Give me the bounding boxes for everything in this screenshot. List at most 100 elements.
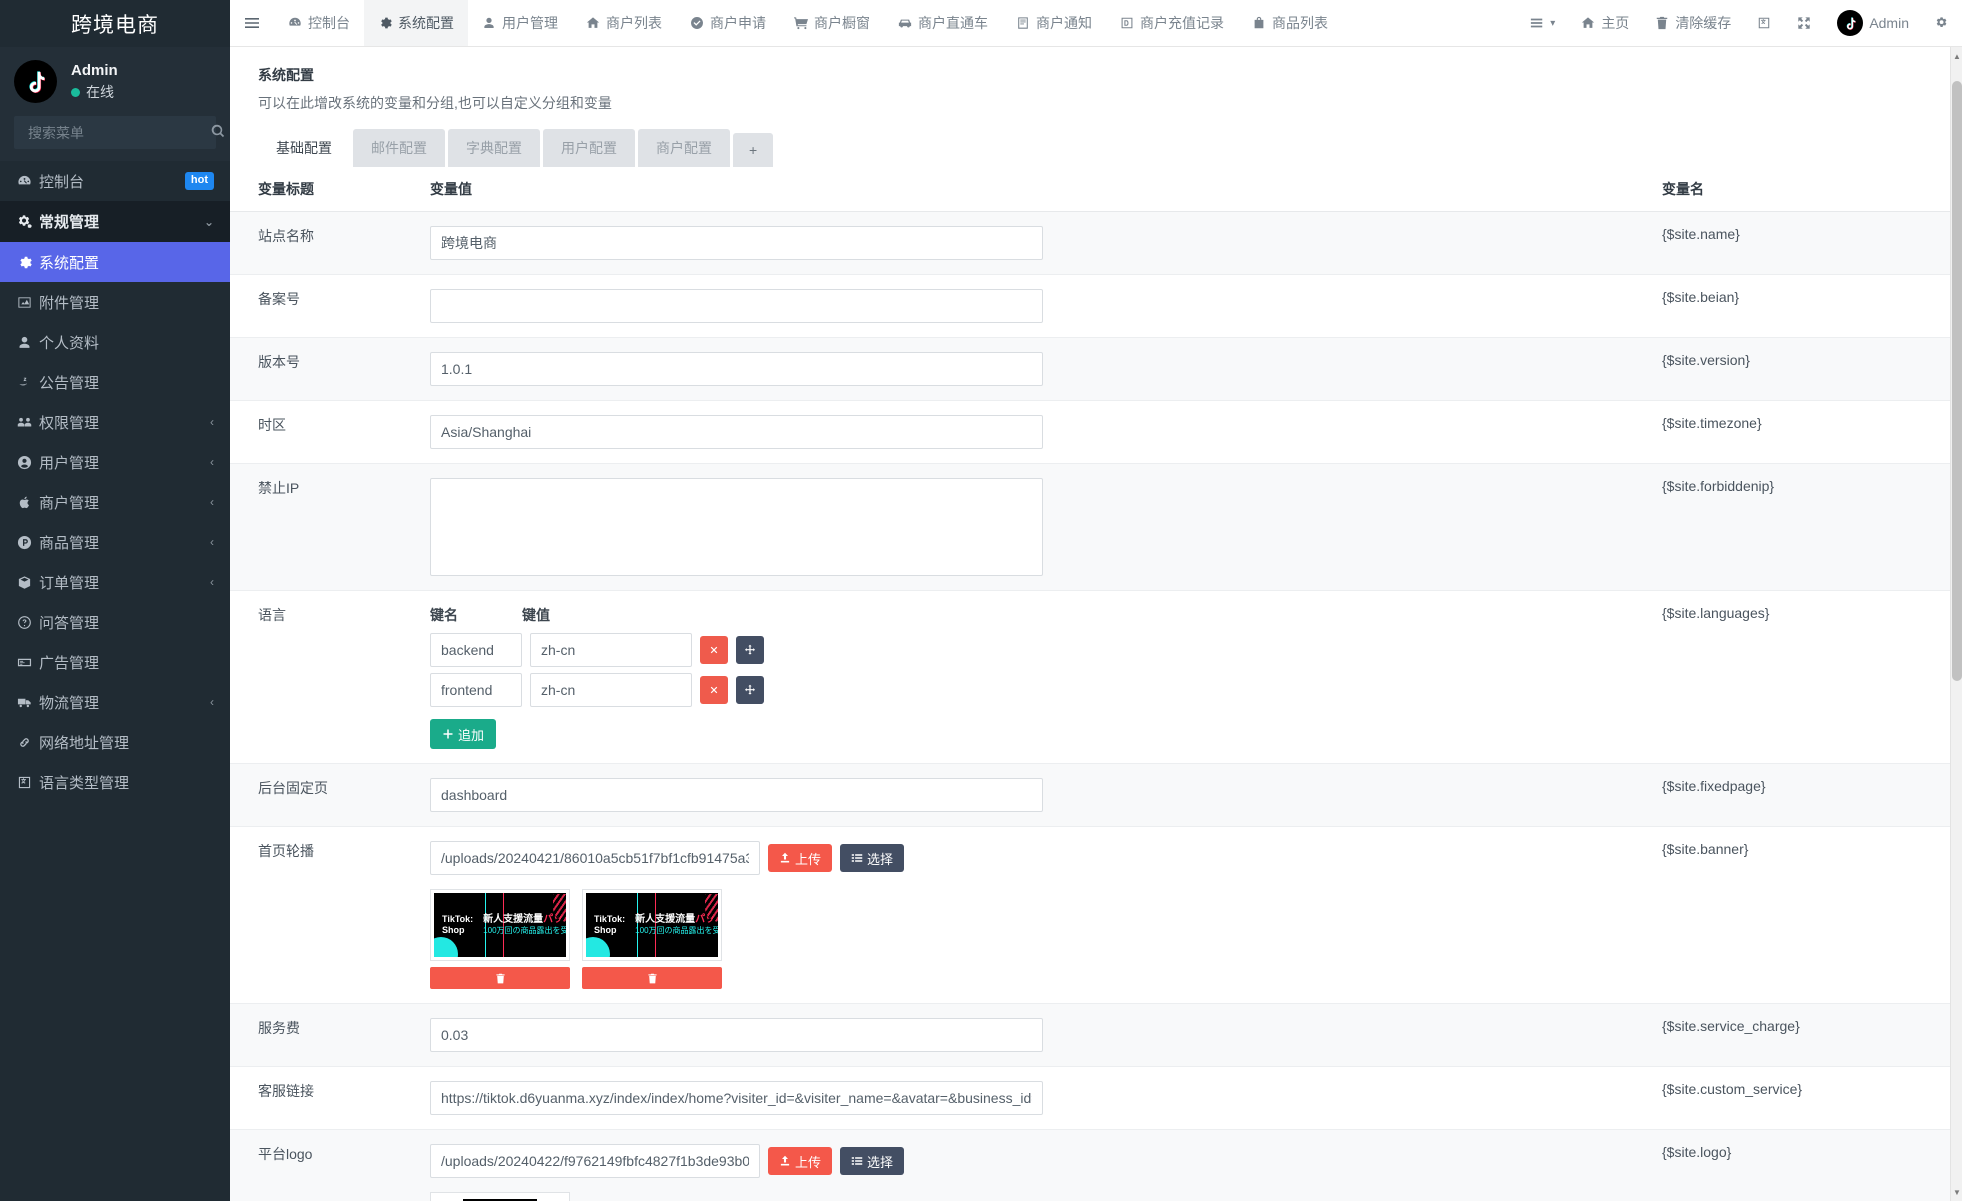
upload-button[interactable]: 上传 — [768, 1147, 833, 1175]
kv-row — [430, 633, 1662, 667]
banner-brand-line2: Shop — [442, 925, 465, 935]
tab-merchant-application[interactable]: 商户申请 — [676, 0, 780, 46]
home-button[interactable]: 主页 — [1568, 0, 1642, 46]
row-variable-name: {$site.banner} — [1662, 826, 1962, 1004]
sidebar-item-qa-management[interactable]: 问答管理 — [0, 602, 230, 642]
service-charge-input[interactable] — [430, 1018, 1043, 1052]
language-value-input[interactable] — [530, 673, 692, 707]
sidebar-item-profile[interactable]: 个人资料 — [0, 322, 230, 362]
sidebar-item-system-config[interactable]: 系统配置 — [0, 242, 230, 282]
sidebar-item-announcement[interactable]: 公告管理 — [0, 362, 230, 402]
tab-dictionary-config[interactable]: 字典配置 — [448, 129, 540, 167]
select-button[interactable]: 选择 — [840, 844, 905, 872]
sidebar-item-logistics-management[interactable]: 物流管理 ‹ — [0, 682, 230, 722]
sidebar-item-merchant-management[interactable]: 商户管理 ‹ — [0, 482, 230, 522]
site-name-input[interactable] — [430, 226, 1043, 260]
clear-cache-button[interactable]: 清除缓存 — [1642, 0, 1744, 46]
sidebar-item-language-type-management[interactable]: 语言类型管理 — [0, 762, 230, 802]
tab-add-button[interactable]: + — [733, 133, 774, 167]
add-language-button[interactable]: 追加 — [430, 719, 497, 749]
user-icon — [482, 16, 496, 30]
tab-system-config[interactable]: 系统配置 — [364, 0, 468, 46]
tab-merchant-recharge-record[interactable]: 商户充值记录 — [1106, 0, 1238, 46]
fullscreen-button[interactable] — [1784, 0, 1824, 46]
sidebar-item-product-management[interactable]: 商品管理 ‹ — [0, 522, 230, 562]
delete-row-button[interactable] — [700, 676, 728, 704]
select-button[interactable]: 选择 — [840, 1147, 905, 1175]
banner-thumbnail[interactable]: TikTok: Shop 新人支援流量パッケ 100万回の商品露出を受け取 — [582, 889, 722, 961]
banner-brand-line2: Shop — [594, 925, 617, 935]
fixed-page-input[interactable] — [430, 778, 1043, 812]
drag-handle-button[interactable] — [736, 676, 764, 704]
custom-service-input[interactable] — [430, 1081, 1043, 1115]
chevron-left-icon: ‹ — [210, 495, 214, 509]
tab-product-list[interactable]: 商品列表 — [1238, 0, 1342, 46]
settings-button[interactable] — [1922, 0, 1962, 46]
table-row: 语言 键名 键值 backend zh-cn frontend zh-cn 追加… — [230, 590, 1962, 764]
sidebar-item-permission[interactable]: 权限管理 ‹ — [0, 402, 230, 442]
row-variable-name: {$site.version} — [1662, 337, 1962, 401]
tab-mail-config[interactable]: 邮件配置 — [353, 129, 445, 167]
move-icon — [745, 644, 755, 655]
list-dropdown-button[interactable]: ▾ — [1517, 0, 1568, 46]
translate-button[interactable] — [1744, 0, 1784, 46]
drag-handle-button[interactable] — [736, 636, 764, 664]
vertical-scrollbar[interactable]: ▲ ▼ — [1950, 47, 1962, 1201]
banner-path-input[interactable] — [430, 841, 760, 875]
search-icon[interactable] — [211, 124, 225, 142]
tab-merchant-showcase[interactable]: 商户橱窗 — [780, 0, 884, 46]
tab-merchant-config[interactable]: 商户配置 — [638, 129, 730, 167]
hamburger-icon[interactable] — [230, 0, 274, 46]
row-label: 时区 — [230, 400, 430, 464]
tab-merchant-list[interactable]: 商户列表 — [572, 0, 676, 46]
sidebar-item-order-management[interactable]: 订单管理 ‹ — [0, 562, 230, 602]
system-config-panel: 系统配置 可以在此增改系统的变量和分组,也可以自定义分组和变量 基础配置 邮件配… — [230, 47, 1962, 1201]
tab-merchant-notice[interactable]: 商户通知 — [1002, 0, 1106, 46]
tab-user-management[interactable]: 用户管理 — [468, 0, 572, 46]
scroll-up-arrow-icon[interactable]: ▲ — [1951, 49, 1962, 63]
language-value-input[interactable] — [530, 633, 692, 667]
logo-path-input[interactable] — [430, 1144, 760, 1178]
row-label: 备案号 — [230, 274, 430, 338]
search-input[interactable] — [26, 123, 211, 142]
upload-icon — [780, 1155, 790, 1166]
table-row: 服务费 {$site.service_charge} — [230, 1003, 1962, 1067]
logo-thumbnail[interactable] — [430, 1192, 570, 1201]
upload-label: 上传 — [795, 1154, 822, 1170]
language-key-input[interactable] — [430, 633, 522, 667]
sidebar-search-box[interactable] — [14, 116, 225, 149]
sidebar-item-attachment[interactable]: 附件管理 — [0, 282, 230, 322]
row-variable-name: {$site.name} — [1662, 211, 1962, 275]
online-dot-icon — [71, 87, 80, 97]
sidebar-item-ad-management[interactable]: 广告管理 — [0, 642, 230, 682]
beian-input[interactable] — [430, 289, 1043, 323]
dashboard-icon — [17, 174, 39, 189]
delete-banner-button[interactable] — [430, 967, 570, 989]
sidebar-item-dashboard[interactable]: 控制台 hot — [0, 161, 230, 201]
tab-basic-config[interactable]: 基础配置 — [258, 129, 350, 167]
sidebar-item-label: 个人资料 — [39, 334, 100, 352]
sidebar-item-label: 用户管理 — [39, 454, 100, 472]
delete-banner-button[interactable] — [582, 967, 722, 989]
banner-thumbnail[interactable]: TikTok: Shop 新人支援流量パッケ 100万回の商品露出を受け取 — [430, 889, 570, 961]
tab-user-config[interactable]: 用户配置 — [543, 129, 635, 167]
kv-row — [430, 673, 1662, 707]
row-label: 站点名称 — [230, 211, 430, 275]
version-input[interactable] — [430, 352, 1043, 386]
sidebar-item-user-management[interactable]: 用户管理 ‹ — [0, 442, 230, 482]
language-key-input[interactable] — [430, 673, 522, 707]
forbidden-ip-textarea[interactable] — [430, 478, 1043, 576]
row-value — [430, 274, 1662, 338]
list-dropdown-icon — [1531, 18, 1543, 28]
upload-button[interactable]: 上传 — [768, 844, 833, 872]
sidebar-item-general-management[interactable]: 常规管理 ⌄ — [0, 201, 230, 242]
user-menu[interactable]: Admin — [1824, 0, 1922, 46]
timezone-input[interactable] — [430, 415, 1043, 449]
tab-merchant-express[interactable]: 商户直通车 — [884, 0, 1002, 46]
scrollbar-thumb[interactable] — [1952, 81, 1962, 681]
sidebar-item-network-address-management[interactable]: 网络地址管理 — [0, 722, 230, 762]
tab-label: 商户橱窗 — [814, 15, 870, 31]
scroll-down-arrow-icon[interactable]: ▼ — [1951, 1185, 1962, 1199]
delete-row-button[interactable] — [700, 636, 728, 664]
tab-dashboard[interactable]: 控制台 — [274, 0, 364, 46]
